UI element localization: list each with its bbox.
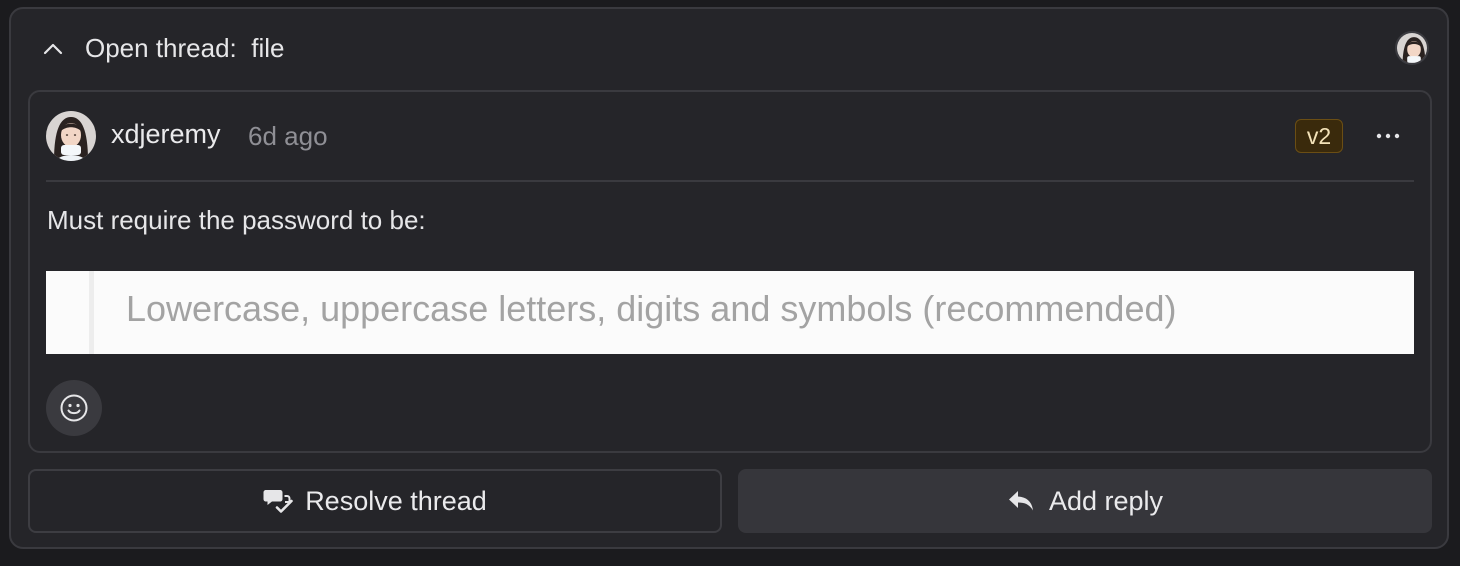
- chat-check-icon: [263, 490, 293, 513]
- comment-thread-panel: Open thread: file xdjeremy 6d ago v2 Mus…: [9, 7, 1449, 549]
- thread-title: Open thread: file: [85, 33, 284, 64]
- divider: [46, 180, 1414, 182]
- thread-target: file: [251, 33, 285, 63]
- chevron-up-icon: [43, 43, 63, 55]
- thread-title-label: Open thread:: [85, 33, 237, 63]
- add-reaction-button[interactable]: [46, 380, 102, 436]
- more-options-button[interactable]: [1368, 118, 1408, 154]
- comment-body: Must require the password to be:: [47, 205, 426, 235]
- avatar-image: [1397, 33, 1427, 63]
- comment-timestamp: 6d ago: [248, 121, 328, 151]
- add-reply-button[interactable]: Add reply: [738, 469, 1432, 533]
- add-reply-label: Add reply: [1048, 485, 1164, 516]
- smiley-icon: [60, 394, 88, 422]
- author-name[interactable]: xdjeremy: [111, 119, 221, 150]
- more-horizontal-icon: [1376, 133, 1400, 139]
- author-avatar[interactable]: [46, 111, 96, 161]
- reply-arrow-icon: [1008, 491, 1033, 511]
- avatar-image: [46, 111, 96, 161]
- resolve-thread-button[interactable]: Resolve thread: [28, 469, 722, 533]
- thread-title-separator: [237, 33, 251, 63]
- quote-bar: [89, 271, 94, 354]
- thread-header: Open thread: file: [11, 9, 1447, 91]
- quoted-image-text: Lowercase, uppercase letters, digits and…: [126, 288, 1177, 329]
- comment-card: xdjeremy 6d ago v2 Must require the pass…: [28, 90, 1432, 453]
- version-badge: v2: [1295, 119, 1343, 153]
- quoted-screenshot-image: Lowercase, uppercase letters, digits and…: [46, 271, 1414, 354]
- resolve-thread-label: Resolve thread: [305, 485, 487, 516]
- participant-avatar[interactable]: [1395, 31, 1429, 65]
- collapse-toggle[interactable]: [41, 37, 65, 61]
